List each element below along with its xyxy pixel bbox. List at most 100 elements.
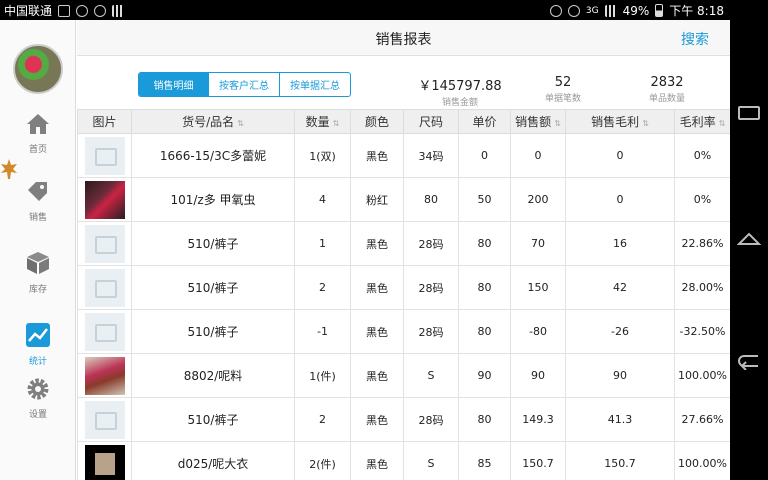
margin-cell: 28.00% — [674, 265, 730, 310]
sort-icon: ⇅ — [554, 119, 561, 128]
size-cell: 34码 — [403, 133, 459, 178]
column-header-item[interactable]: 货号/品名 ⇅ — [131, 109, 295, 134]
margin-cell: 22.86% — [674, 221, 730, 266]
price-cell: 50 — [458, 177, 511, 222]
thumbnail-cell — [77, 177, 132, 222]
image-placeholder-icon — [84, 224, 125, 263]
profit-cell: 16 — [565, 221, 675, 266]
price-cell: 80 — [458, 265, 511, 310]
column-header-size: 尺码 — [403, 109, 459, 134]
sales-cell: 200 — [510, 177, 566, 222]
table-row[interactable]: 510/裤子 2 黑色 28码 80 150 42 28.00% — [77, 265, 730, 310]
image-placeholder-icon — [84, 268, 125, 307]
recent-apps-button[interactable] — [730, 105, 768, 124]
sales-cell: 150 — [510, 265, 566, 310]
color-cell: 粉红 — [350, 177, 404, 222]
table-row[interactable]: 510/裤子 1 黑色 28码 80 70 16 22.86% — [77, 221, 730, 266]
home-nav-icon — [736, 232, 762, 245]
item-count-value: 2832 — [650, 75, 684, 90]
sidebar: 首页 销售 库存 统计 设置 — [0, 20, 76, 480]
price-cell: 0 — [458, 133, 511, 178]
table-row[interactable]: 510/裤子 2 黑色 28码 80 149.3 41.3 27.66% — [77, 397, 730, 442]
item-name-cell: 510/裤子 — [131, 221, 295, 266]
tab-sales-detail[interactable]: 销售明细 — [139, 73, 208, 96]
page-title: 销售报表 — [375, 32, 432, 48]
color-cell: 黑色 — [350, 397, 404, 442]
price-cell: 90 — [458, 353, 511, 398]
sort-icon: ⇅ — [642, 119, 649, 128]
item-name-cell: d025/呢大衣 — [131, 441, 295, 480]
size-cell: 28码 — [403, 221, 459, 266]
sales-amount-stat: ￥145797.88 销售金额 — [395, 75, 525, 108]
size-cell: 28码 — [403, 309, 459, 354]
qty-cell: 1 — [294, 221, 351, 266]
price-cell: 85 — [458, 441, 511, 480]
barcode-icon — [112, 4, 125, 17]
size-cell: 28码 — [403, 397, 459, 442]
tag-icon — [28, 182, 47, 201]
order-count-stat: 52 单据笔数 — [527, 75, 599, 104]
size-cell: 80 — [403, 177, 459, 222]
thumbnail-cell — [77, 353, 132, 398]
network-type-label: 3G — [585, 5, 599, 16]
price-cell: 80 — [458, 397, 511, 442]
color-cell: 黑色 — [350, 221, 404, 266]
profit-cell: 41.3 — [565, 397, 675, 442]
price-cell: 80 — [458, 309, 511, 354]
sidebar-item-sales[interactable]: 销售 — [0, 180, 76, 223]
table-row[interactable]: 1666-15/3C多蕾妮 1(双) 黑色 34码 0 0 0 0% — [77, 133, 730, 178]
qty-cell: 1(件) — [294, 353, 351, 398]
thumbnail-cell — [77, 265, 132, 310]
sales-table-container[interactable]: 图片 货号/品名 ⇅ 数量 ⇅ 颜色 尺码 单价 销售额 ⇅ 销售毛利 ⇅ 毛利率 ⇅ 1… — [77, 109, 730, 480]
sidebar-item-home[interactable]: 首页 — [0, 112, 76, 155]
sidebar-item-inventory[interactable]: 库存 — [0, 250, 76, 295]
clock: 下午 8:18 — [669, 4, 724, 18]
sidebar-item-statistics[interactable]: 统计 — [0, 322, 76, 367]
home-button[interactable] — [730, 230, 768, 250]
thumbnail-cell — [77, 441, 132, 480]
margin-cell: 0% — [674, 133, 730, 178]
tab-by-customer[interactable]: 按客户汇总 — [208, 73, 279, 96]
column-header-profit[interactable]: 销售毛利 ⇅ — [565, 109, 675, 134]
search-button[interactable]: 搜索 — [681, 29, 709, 49]
item-name-cell: 510/裤子 — [131, 397, 295, 442]
column-header-sales[interactable]: 销售额 ⇅ — [510, 109, 566, 134]
profit-cell: -26 — [565, 309, 675, 354]
sales-amount-label: 销售金额 — [441, 98, 478, 108]
tab-by-order[interactable]: 按单据汇总 — [279, 73, 350, 96]
avatar[interactable] — [13, 44, 63, 94]
margin-cell: 100.00% — [674, 441, 730, 480]
item-name-cell: 1666-15/3C多蕾妮 — [131, 133, 295, 178]
order-count-label: 单据笔数 — [544, 94, 581, 104]
table-row[interactable]: 101/z多 甲氧虫 4 粉红 80 50 200 0 0% — [77, 177, 730, 222]
margin-cell: 0% — [674, 177, 730, 222]
table-row[interactable]: 8802/呢料 1(件) 黑色 S 90 90 90 100.00% — [77, 353, 730, 398]
sort-icon: ⇅ — [332, 119, 340, 128]
column-header-qty[interactable]: 数量 ⇅ — [294, 109, 351, 134]
view-segmented-control: 销售明细 按客户汇总 按单据汇总 — [138, 72, 351, 97]
column-header-margin[interactable]: 毛利率 ⇅ — [674, 109, 730, 134]
qty-cell: 1(双) — [294, 133, 351, 178]
product-thumbnail — [84, 180, 125, 219]
sort-icon: ⇅ — [237, 119, 244, 128]
table-row[interactable]: d025/呢大衣 2(件) 黑色 S 85 150.7 150.7 100.00% — [77, 441, 730, 480]
table-row[interactable]: 510/裤子 -1 黑色 28码 80 -80 -26 -32.50% — [77, 309, 730, 354]
qty-cell: 2(件) — [294, 441, 351, 480]
size-cell: S — [403, 441, 459, 480]
carrier-label: 中国联通 — [4, 4, 53, 18]
gear-icon — [27, 378, 49, 400]
item-name-cell: 510/裤子 — [131, 265, 295, 310]
browser-icon — [94, 4, 107, 17]
profit-cell: 0 — [565, 177, 675, 222]
signal-icon — [604, 4, 617, 17]
sidebar-item-label: 设置 — [28, 410, 47, 420]
sales-cell: 90 — [510, 353, 566, 398]
profit-cell: 0 — [565, 133, 675, 178]
column-header-price: 单价 — [458, 109, 511, 134]
column-header-image: 图片 — [77, 109, 132, 134]
back-button[interactable] — [730, 352, 768, 374]
sidebar-item-settings[interactable]: 设置 — [0, 377, 76, 420]
sales-cell: 149.3 — [510, 397, 566, 442]
chart-icon — [26, 323, 50, 347]
color-cell: 黑色 — [350, 353, 404, 398]
